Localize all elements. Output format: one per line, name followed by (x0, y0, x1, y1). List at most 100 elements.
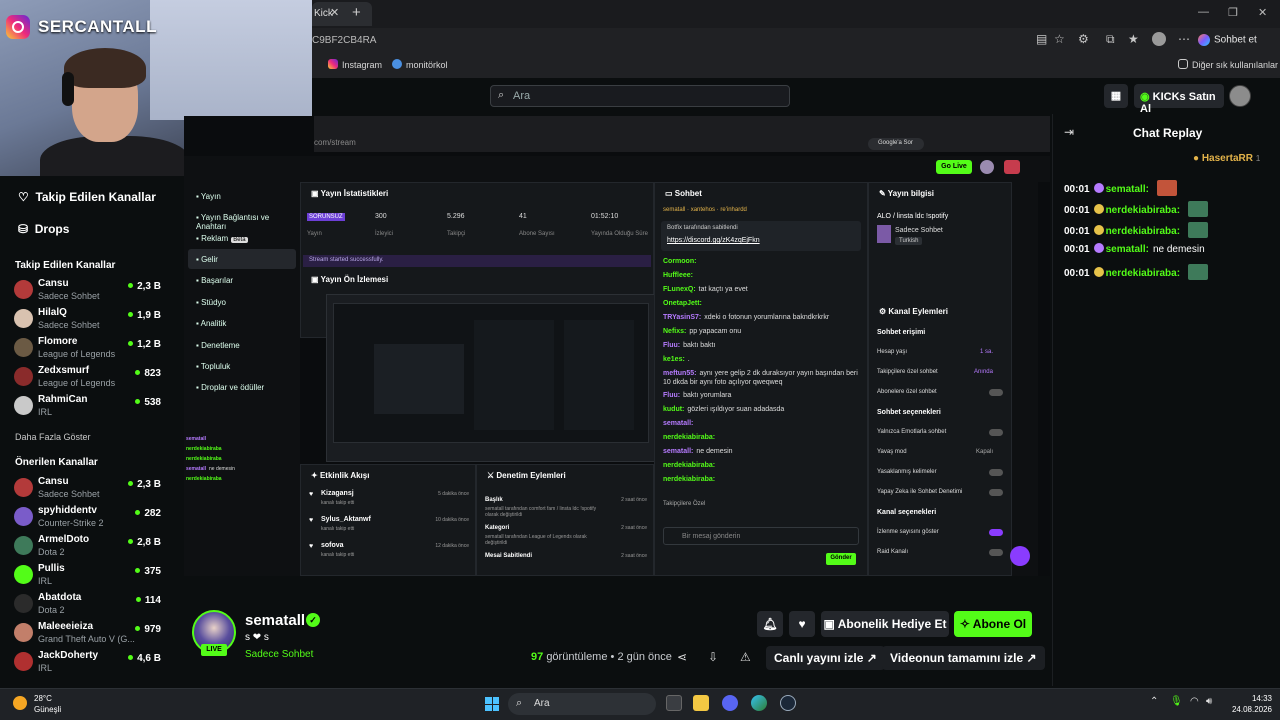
steam-icon[interactable] (780, 695, 796, 711)
channel-category: Sadece Sohbet (38, 320, 100, 330)
edge-icon[interactable] (751, 695, 767, 711)
video-dashboard-top (184, 156, 1050, 182)
replay-username[interactable]: nerdekiabiraba: (1106, 205, 1180, 216)
wifi-icon[interactable]: ◠ (1190, 696, 1199, 707)
weather-widget[interactable]: 28°C Güneşli (34, 693, 61, 715)
sidebar-item-following[interactable]: ♡ Takip Edilen Kanallar (18, 190, 156, 204)
video-go-live-button: Go Live (936, 160, 972, 174)
watch-full-button[interactable]: Videonun tamamını izle ↗ (882, 646, 1045, 670)
video-inner-url: com/stream (314, 138, 356, 147)
info-tag: Turkish (895, 237, 923, 245)
viewer-count: 823 (135, 368, 161, 379)
window-close-icon[interactable]: ✕ (1258, 6, 1267, 19)
channel-row[interactable]: Pullis IRL 375 (14, 563, 164, 591)
dash-menu-item: ▪ Analitik (196, 319, 226, 328)
setting-label: Yapay Zeka ile Sohbet Denetimi (877, 489, 963, 495)
gifter-name: sematall (663, 207, 686, 213)
copilot-button[interactable]: Sohbet et (1198, 30, 1257, 50)
favorite-star-icon[interactable]: ☆ (1054, 32, 1065, 46)
sidebar-item-drops[interactable]: ⛁ Drops (18, 222, 69, 236)
system-clock[interactable]: 14:33 24.08.2026 (1228, 693, 1272, 715)
channel-row[interactable]: Cansu Sadece Sohbet 2,3 B (14, 476, 164, 504)
buy-kicks-button[interactable]: ◉ KICKs Satın Al (1134, 84, 1224, 115)
other-favorites[interactable]: Diğer sık kullanılanlar (1178, 59, 1278, 70)
more-icon[interactable]: ⋯ (1178, 32, 1190, 46)
channel-row[interactable]: HilalQ Sadece Sohbet 1,9 B (14, 307, 164, 335)
replay-username[interactable]: sematall: (1106, 184, 1149, 195)
chat-pinned-message: Botfix tarafından sabitlendi https://dis… (661, 221, 861, 251)
volume-icon[interactable]: 🔊︎ (1206, 696, 1212, 707)
restore-icon[interactable]: ❐ (1228, 6, 1238, 19)
video-chat-message: kudut: gözleri ışıldıyor suan adadasda (663, 405, 859, 414)
video-chat-input: Bir mesaj gönderin (663, 527, 859, 545)
bookmark-instagram[interactable]: Instagram (328, 59, 382, 70)
address-bar[interactable]: C9BF2CB4RA (312, 30, 1052, 52)
report-icon[interactable]: ⚠ (740, 650, 751, 664)
theatre-mode-button[interactable]: ▦ (1104, 84, 1128, 108)
subscribe-button[interactable]: ✧ Abone Ol (954, 611, 1032, 637)
windows-start-icon[interactable] (485, 697, 499, 711)
video-icon-column (1012, 182, 1038, 576)
stream-category[interactable]: Sadece Sohbet (245, 649, 313, 660)
channel-row[interactable]: Zedxsmurf League of Legends 823 (14, 365, 164, 393)
gift-sub-button[interactable]: ▣ Abonelik Hediye Et (821, 611, 949, 637)
emote-icon (1188, 201, 1209, 217)
new-tab-icon[interactable]: + (352, 4, 361, 21)
split-screen-icon[interactable]: ⧉ (1106, 32, 1115, 47)
bookmark-monitorkol[interactable]: monitörkol (392, 59, 448, 70)
search-input[interactable]: Ara (490, 85, 790, 107)
tray-chevron-icon[interactable]: ⌃ (1150, 696, 1158, 707)
watch-live-button[interactable]: Canlı yayını izle ↗ (766, 646, 885, 670)
cam-person-body (40, 136, 190, 176)
replay-username[interactable]: sematall: (1106, 244, 1149, 255)
close-tab-icon[interactable]: ✕ (330, 6, 339, 19)
follow-heart-button[interactable]: ♥ (789, 611, 815, 637)
channel-row[interactable]: Abatdota Dota 2 114 (14, 592, 164, 620)
file-explorer-icon[interactable] (693, 695, 709, 711)
extensions-icon[interactable]: ⚙ (1078, 32, 1089, 46)
video-player[interactable]: com/stream Google'a Sor Go Live ▪ Yayın ▪… (184, 116, 1050, 576)
taskbar-search[interactable]: Ara (508, 693, 656, 715)
stat-label: Abone Sayısı (519, 231, 555, 237)
channel-row[interactable]: Cansu Sadece Sohbet 2,3 B (14, 278, 164, 306)
channel-row[interactable]: ArmelDoto Dota 2 2,8 B (14, 534, 164, 562)
channel-row[interactable]: Maleeeieiza Grand Theft Auto V (G... 979 (14, 621, 164, 649)
dash-menu-label: Stüdyo (201, 298, 226, 307)
discord-icon[interactable] (722, 695, 738, 711)
video-inner-browser (314, 116, 1050, 152)
video-chat-message: Cormoon: (663, 257, 859, 266)
check-icon (392, 59, 402, 69)
channel-category: Dota 2 (38, 605, 65, 615)
live-badge: LIVE (201, 644, 227, 656)
setting-label: Abonelere özel sohbet (877, 389, 937, 395)
replay-username[interactable]: nerdekiabiraba: (1106, 268, 1180, 279)
show-more-link[interactable]: Daha Fazla Göster (15, 432, 91, 442)
drops-icon: ⛁ (18, 222, 29, 236)
replay-timestamp: 00:01 (1064, 244, 1090, 255)
watch-full-label: Videonun tamamını izle (890, 651, 1024, 665)
bookmark-label: Instagram (342, 60, 383, 70)
replay-username[interactable]: nerdekiabiraba: (1106, 226, 1180, 237)
task-view-icon[interactable] (666, 695, 682, 711)
viewer-count: 979 (135, 624, 161, 635)
collapse-chat-icon[interactable]: ⇥ (1064, 125, 1074, 139)
favorites-icon[interactable]: ★ (1128, 32, 1139, 46)
reader-icon[interactable]: ▤ (1036, 32, 1047, 46)
video-chat-message: meftun55: aynı yere gelip 2 dk duraksıyor… (663, 369, 859, 387)
share-icon[interactable]: ⋖ (677, 650, 687, 664)
streamer-name[interactable]: sematall (245, 612, 305, 629)
setting-value: Kapalı (975, 449, 993, 455)
download-icon[interactable]: ⇩ (708, 650, 718, 664)
channel-row[interactable]: Flomore League of Legends 1,2 B (14, 336, 164, 364)
notification-bell-button[interactable]: 🔔︎ (757, 611, 783, 637)
channel-row[interactable]: JackDoherty IRL 4,6 B (14, 650, 164, 678)
video-notification-icon (1004, 160, 1020, 174)
microphone-icon[interactable]: 🎙︎ (1170, 696, 1183, 707)
minimize-icon[interactable]: — (1198, 6, 1209, 18)
profile-avatar[interactable] (1152, 32, 1166, 46)
settings-section-title: Sohbet seçenekleri (877, 409, 941, 416)
user-avatar[interactable] (1229, 85, 1251, 107)
channel-row[interactable]: RahmiCan IRL 538 (14, 394, 164, 422)
browser-tab[interactable]: Kick (312, 2, 372, 26)
channel-row[interactable]: spyhiddentv Counter-Strike 2 282 (14, 505, 164, 533)
